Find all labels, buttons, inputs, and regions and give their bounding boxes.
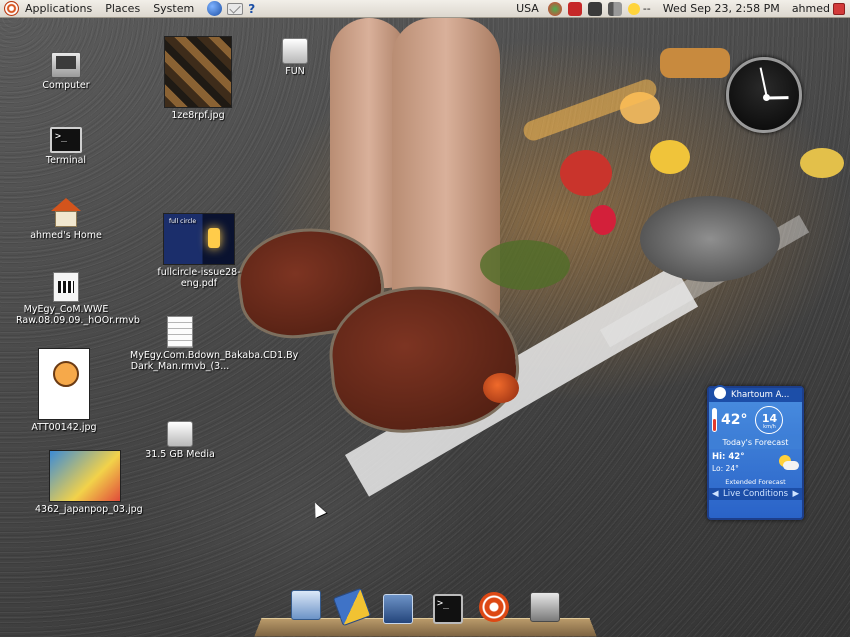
live-conditions-link[interactable]: Live Conditions [723,489,788,499]
wind-unit: km/h [763,424,776,430]
web-browser-icon[interactable] [207,1,223,16]
image-thumbnail [164,36,232,108]
window-icon[interactable] [383,594,413,624]
desktop-icon-text-document[interactable]: MyEgy.Com.Bdown_Bakaba.CD1.By Dark_Man.r… [130,316,299,372]
desktop-icon-label: Terminal [45,155,87,166]
desktop-icon-1ze8rpf[interactable]: 1ze8rpf.jpg [148,36,248,121]
desktop-icon-label: 4362_japanpop_03.jpg [35,504,143,515]
desktop-icon-label: MyEgy_CoM.WWE Raw.08.09.09._hOOr.rmvb [16,304,140,326]
weather-applet-icon[interactable] [627,2,640,15]
desktop-icon-japanpop[interactable]: 4362_japanpop_03.jpg [35,450,143,515]
terminal-icon[interactable]: >_ [433,594,463,624]
weather-applet-temp[interactable]: -- [643,2,651,15]
image-thumbnail [38,348,90,420]
files-icon[interactable] [291,590,321,620]
update-notifier-icon[interactable] [567,1,582,16]
weather-logo-icon [712,385,728,401]
partly-cloudy-icon [777,455,799,471]
analog-clock-widget[interactable] [726,57,802,133]
previous-arrow-icon[interactable]: ◀ [712,489,719,499]
weather-widget[interactable]: Khartoum A... 42° 14 km/h Today's Foreca… [707,385,804,520]
desktop-icon-label: 31.5 GB Media [145,449,215,460]
weather-header: Khartoum A... [709,385,802,402]
desktop-icon-label: 1ze8rpf.jpg [171,110,225,121]
desktop-icon-fullcircle-pdf[interactable]: full circle fullcircle-issue28-eng.pdf [149,213,249,289]
thermometer-icon [712,408,717,432]
home-folder-icon [51,198,81,228]
chat-status-icon[interactable] [547,1,562,16]
forecast-low: Lo: 24° [712,464,739,473]
media-drive-icon[interactable] [530,592,560,622]
forecast-body: Hi: 42° Lo: 24° [709,449,802,477]
clock-hour-hand [767,96,789,100]
desktop-icon-video-file[interactable]: MyEgy_CoM.WWE Raw.08.09.09._hOOr.rmvb [16,272,140,326]
clock-datetime[interactable]: Wed Sep 23, 2:58 PM [663,2,780,15]
desktop-icon-terminal[interactable]: >_ Terminal [16,127,116,166]
system-tray: USA -- Wed Sep 23, 2:58 PM ahmed [516,1,850,16]
menu-places[interactable]: Places [105,2,140,15]
drive-icon [167,421,193,447]
desktop-icon-fun-drive[interactable]: FUN [245,38,345,77]
menu-applications[interactable]: Applications [25,2,92,15]
mouse-cursor [309,500,327,518]
text-document-icon [167,316,193,348]
drive-icon [282,38,308,64]
next-arrow-icon[interactable]: ▶ [792,489,799,499]
forecast-high: Hi: 42° [712,452,745,462]
top-panel: Applications Places System ? USA -- Wed … [0,0,850,18]
desktop-icon-att00142[interactable]: ATT00142.jpg [14,348,114,433]
weather-location[interactable]: Khartoum A... [731,390,789,400]
power-icon[interactable] [833,2,845,15]
network-icon[interactable] [587,1,602,16]
help-icon[interactable]: ? [248,2,255,16]
mail-icon[interactable] [227,2,244,15]
desktop-icon-label: ahmed's Home [30,230,102,241]
desktop-icon-label: ATT00142.jpg [31,422,97,433]
desktop-icon-label: MyEgy.Com.Bdown_Bakaba.CD1.By Dark_Man.r… [130,350,299,372]
desktop-icon-label: FUN [285,66,305,77]
weather-current: 42° 14 km/h [709,402,802,436]
computer-icon [51,52,81,78]
desktop-icon-computer[interactable]: Computer [16,52,116,91]
clock-center [763,94,770,101]
extended-forecast-link[interactable]: Extended Forecast [709,477,802,488]
image-thumbnail [49,450,121,502]
weather-temperature: 42° [721,412,748,428]
video-file-icon [53,272,79,302]
ubuntu-logo-icon[interactable] [4,1,19,16]
desktop-icon-label: fullcircle-issue28-eng.pdf [157,267,241,289]
ubuntu-icon[interactable] [479,592,509,622]
keyboard-layout-indicator[interactable]: USA [516,2,539,15]
wind-compass-icon: 14 km/h [755,406,784,434]
live-conditions-bar: ◀ Live Conditions ▶ [709,488,802,500]
desktop-icon-media-drive[interactable]: 31.5 GB Media [130,421,230,460]
pdf-thumbnail-title: full circle [169,218,197,225]
volume-icon[interactable] [607,1,622,16]
desktop-icon-home[interactable]: ahmed's Home [16,198,116,241]
menu-system[interactable]: System [153,2,194,15]
terminal-icon: >_ [50,127,82,153]
username[interactable]: ahmed [792,2,830,15]
forecast-title: Today's Forecast [709,436,802,449]
desktop-icon-label: Computer [42,80,90,91]
pdf-thumbnail: full circle [163,213,235,265]
